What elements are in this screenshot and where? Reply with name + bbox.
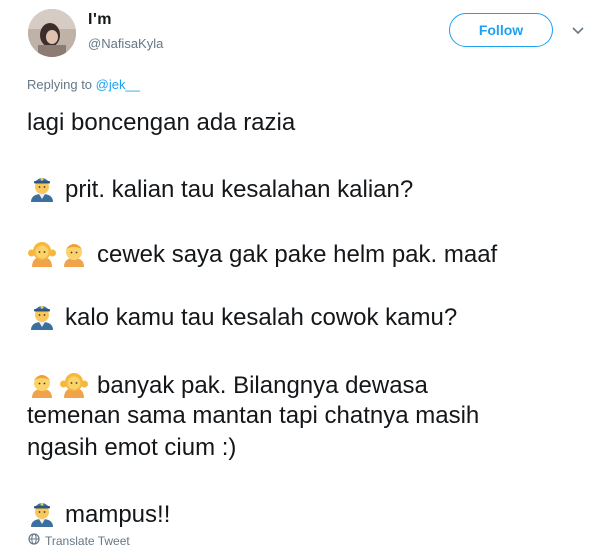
display-name[interactable]: I'm — [88, 11, 112, 29]
replying-prefix: Replying to — [27, 77, 93, 92]
translate-label: Translate Tweet — [45, 533, 130, 548]
tweet-text: prit. kalian tau kesalahan kalian? — [65, 176, 414, 203]
replying-to: Replying to @jek__ — [27, 77, 140, 92]
tweet-line: ngasih emot cium :) — [27, 433, 236, 463]
avatar[interactable] — [28, 9, 76, 57]
follow-button[interactable]: Follow — [449, 13, 553, 47]
reply-mention-link[interactable]: @jek__ — [96, 77, 140, 92]
police-officer-emoji — [27, 497, 57, 535]
police-officer-emoji — [27, 172, 57, 210]
tweet-line: temenan sama mantan tapi chatnya masih — [27, 401, 479, 431]
police-officer-emoji — [27, 300, 57, 338]
tweet-line: lagi boncengan ada razia — [27, 108, 295, 138]
tweet-line: prit. kalian tau kesalahan kalian? — [27, 172, 413, 210]
chevron-down-icon[interactable] — [570, 24, 586, 36]
globe-icon — [28, 533, 40, 548]
tweet-text: kalo kamu tau kesalah cowok kamu? — [65, 304, 458, 331]
username[interactable]: @NafisaKyla — [88, 36, 163, 51]
tweet-text: cewek saya gak pake helm pak. maaf — [97, 241, 498, 268]
tweet-text: temenan sama mantan tapi chatnya masih — [27, 402, 480, 429]
tweet-line: kalo kamu tau kesalah cowok kamu? — [27, 300, 457, 338]
tweet-line: cewek saya gak pake helm pak. maaf — [27, 237, 497, 275]
tweet-text: mampus!! — [65, 501, 171, 528]
boy-emoji — [59, 237, 89, 275]
tweet-line: mampus!! — [27, 497, 170, 535]
tweet-text: banyak pak. Bilangnya dewasa — [97, 372, 428, 399]
girl-emoji — [27, 237, 57, 275]
tweet-text: lagi boncengan ada razia — [27, 109, 296, 136]
tweet-card: I'm @NafisaKyla Follow Replying to @jek_… — [0, 0, 609, 555]
translate-tweet-link[interactable]: Translate Tweet — [28, 533, 130, 548]
tweet-text: ngasih emot cium :) — [27, 434, 237, 461]
